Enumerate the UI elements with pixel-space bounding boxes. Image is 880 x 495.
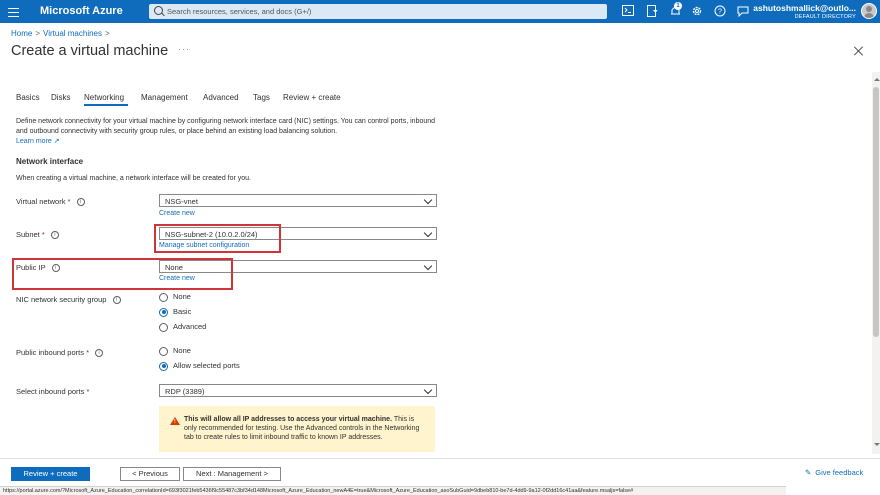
networking-description: Define network connectivity for your vir… bbox=[16, 118, 436, 135]
account-info[interactable]: ashutoshmallick@outlo... DEFAULT DIRECTO… bbox=[753, 3, 856, 20]
tab-advanced[interactable]: Advanced bbox=[203, 93, 239, 102]
select-inbound-ports-label-text: Select inbound ports bbox=[16, 387, 85, 396]
chevron-down-icon bbox=[423, 261, 433, 271]
breadcrumb-separator: > bbox=[105, 29, 110, 38]
learn-more-link[interactable]: Learn more ↗ bbox=[16, 137, 60, 145]
previous-button[interactable]: < Previous bbox=[120, 467, 180, 481]
radio-circle bbox=[159, 346, 168, 356]
warning-icon bbox=[170, 417, 180, 427]
virtual-network-select[interactable]: NSG-vnet bbox=[159, 194, 437, 207]
svg-text:?: ? bbox=[718, 9, 722, 16]
radio-circle bbox=[159, 307, 168, 317]
chevron-down-icon bbox=[423, 195, 433, 205]
tab-networking[interactable]: Networking bbox=[84, 93, 124, 102]
radio-circle bbox=[159, 322, 168, 332]
required-marker: * bbox=[86, 387, 90, 396]
close-icon[interactable] bbox=[854, 46, 864, 56]
public-inbound-ports-label-text: Public inbound ports bbox=[16, 348, 84, 357]
radio-label: None bbox=[173, 292, 191, 301]
required-marker: * bbox=[41, 230, 45, 239]
next-management-button[interactable]: Next : Management > bbox=[183, 467, 281, 481]
scroll-up-icon[interactable] bbox=[874, 78, 880, 81]
select-inbound-ports-label: Select inbound ports * bbox=[16, 387, 89, 396]
radio-label: Advanced bbox=[173, 322, 207, 331]
brand-title[interactable]: Microsoft Azure bbox=[40, 5, 123, 17]
radio-circle bbox=[159, 361, 168, 371]
user-directory: DEFAULT DIRECTORY bbox=[794, 14, 856, 20]
nic-nsg-label: NIC network security group i bbox=[16, 295, 121, 305]
select-inbound-ports-select[interactable]: RDP (3389) bbox=[159, 384, 437, 397]
virtual-network-label-text: Virtual network bbox=[16, 197, 66, 206]
section-heading: Network interface bbox=[16, 157, 84, 166]
tab-disks[interactable]: Disks bbox=[51, 93, 71, 102]
tab-tags[interactable]: Tags bbox=[253, 93, 270, 102]
breadcrumb-separator: > bbox=[35, 29, 41, 38]
breadcrumb-home[interactable]: Home bbox=[11, 29, 32, 38]
subnet-highlight-box bbox=[154, 224, 281, 253]
footer-bar: Review + create < Previous Next : Manage… bbox=[0, 458, 880, 487]
info-icon[interactable]: i bbox=[112, 296, 121, 305]
directory-filter-icon[interactable] bbox=[646, 5, 658, 17]
cloud-shell-icon[interactable] bbox=[622, 5, 634, 17]
nsg-radio-none[interactable]: None bbox=[159, 292, 191, 302]
public-inbound-ports-label: Public inbound ports * i bbox=[16, 348, 104, 358]
tab-basics[interactable]: Basics bbox=[16, 93, 40, 102]
breadcrumb: Home > Virtual machines > bbox=[11, 29, 113, 38]
required-marker: * bbox=[86, 348, 89, 357]
radio-circle bbox=[159, 292, 168, 302]
search-icon bbox=[154, 6, 163, 15]
inbound-warning-banner: This will allow all IP addresses to acce… bbox=[159, 406, 435, 452]
public-ip-highlight-box bbox=[12, 258, 233, 290]
vertical-scrollbar[interactable] bbox=[872, 72, 880, 454]
feedback-icon[interactable] bbox=[737, 5, 749, 18]
hamburger-menu-icon[interactable] bbox=[8, 5, 19, 17]
radio-label: None bbox=[173, 346, 191, 355]
required-marker: * bbox=[67, 197, 71, 206]
breadcrumb-virtual-machines[interactable]: Virtual machines bbox=[43, 29, 102, 38]
info-icon[interactable]: i bbox=[76, 198, 85, 207]
nic-nsg-label-text: NIC network security group bbox=[16, 295, 107, 304]
active-tab-indicator bbox=[84, 104, 128, 106]
scroll-down-icon[interactable] bbox=[874, 443, 880, 446]
inbound-ports-value: RDP (3389) bbox=[165, 387, 205, 396]
search-placeholder: Search resources, services, and docs (G+… bbox=[167, 7, 312, 16]
chevron-down-icon bbox=[423, 385, 433, 395]
radio-label: Allow selected ports bbox=[173, 361, 240, 370]
virtual-network-value: NSG-vnet bbox=[165, 197, 198, 206]
radio-label: Basic bbox=[173, 307, 192, 316]
subnet-label-text: Subnet bbox=[16, 230, 40, 239]
top-bar: Microsoft Azure Search resources, servic… bbox=[0, 0, 880, 23]
info-icon[interactable]: i bbox=[50, 231, 59, 240]
notification-badge: 1 bbox=[674, 2, 682, 10]
settings-gear-icon[interactable] bbox=[691, 5, 703, 17]
inbound-radio-none[interactable]: None bbox=[159, 346, 191, 356]
nsg-radio-advanced[interactable]: Advanced bbox=[159, 322, 206, 332]
user-email: ashutoshmallick@outlo... bbox=[753, 3, 856, 13]
nsg-radio-basic[interactable]: Basic bbox=[159, 307, 191, 317]
scrollbar-thumb[interactable] bbox=[873, 87, 879, 337]
review-create-button[interactable]: Review + create bbox=[11, 467, 90, 481]
give-feedback-label: Give feedback bbox=[815, 468, 864, 477]
tab-management[interactable]: Management bbox=[141, 93, 188, 102]
create-new-vnet-link[interactable]: Create new bbox=[159, 210, 195, 217]
more-options-icon[interactable]: ··· bbox=[178, 44, 190, 54]
page-title: Create a virtual machine bbox=[11, 43, 169, 59]
tab-review-create[interactable]: Review + create bbox=[283, 93, 341, 102]
subnet-label: Subnet * i bbox=[16, 230, 59, 240]
browser-status-url: https://portal.azure.com/?Microsoft_Azur… bbox=[0, 486, 786, 495]
avatar[interactable] bbox=[861, 3, 877, 19]
info-icon[interactable]: i bbox=[95, 349, 104, 358]
chevron-down-icon bbox=[423, 228, 433, 238]
help-icon[interactable]: ? bbox=[714, 5, 726, 17]
feedback-person-icon: ✎ bbox=[805, 468, 812, 477]
search-input[interactable]: Search resources, services, and docs (G+… bbox=[149, 4, 607, 19]
warning-bold-text: This will allow all IP addresses to acce… bbox=[184, 416, 393, 423]
inbound-radio-allow-selected[interactable]: Allow selected ports bbox=[159, 361, 240, 371]
section-note: When creating a virtual machine, a netwo… bbox=[16, 175, 252, 182]
virtual-network-label: Virtual network * i bbox=[16, 197, 85, 207]
give-feedback-link[interactable]: ✎ Give feedback bbox=[805, 468, 863, 477]
